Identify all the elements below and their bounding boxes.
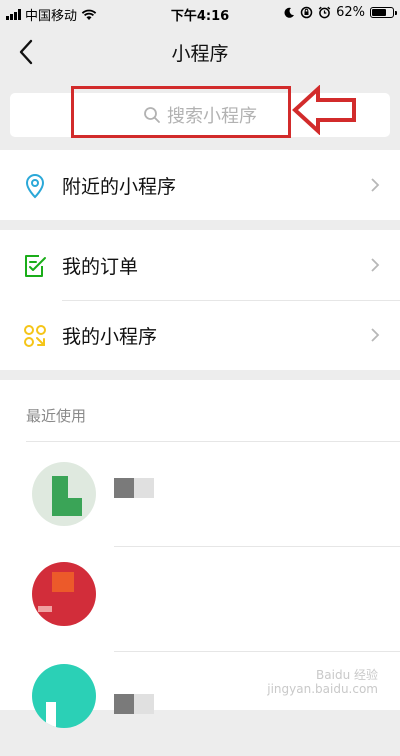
watermark-line1: Baidu 经验 (316, 668, 378, 682)
recent-section-label: 最近使用 (26, 407, 87, 425)
recent-item-name-redacted (114, 694, 154, 714)
menu-item-my-orders[interactable]: 我的订单 (0, 230, 400, 300)
recent-item-avatar (32, 562, 96, 626)
menu-item-label: 附近的小程序 (62, 175, 177, 198)
watermark: Baidu 经验 jingyan.baidu.com (267, 668, 378, 696)
chevron-right-icon (371, 178, 380, 192)
mini-program-icon (24, 325, 46, 347)
menu-group-nearby: 附近的小程序 (0, 150, 400, 220)
chevron-right-icon (371, 258, 380, 272)
recent-item[interactable] (0, 442, 400, 546)
status-bar: 中国移动 下午4:16 62% (0, 0, 400, 26)
menu-group-mine: 我的订单 我的小程序 (0, 230, 400, 370)
annotation-highlight-box (71, 86, 291, 138)
order-check-icon (25, 255, 46, 277)
menu-item-label: 我的订单 (62, 255, 139, 278)
battery-fill (372, 9, 386, 16)
watermark-line2: jingyan.baidu.com (267, 682, 378, 696)
moon-icon (284, 7, 295, 18)
alarm-icon (318, 6, 331, 19)
page-title: 小程序 (171, 43, 229, 65)
battery-icon (370, 7, 397, 18)
menu-item-my-mini-programs[interactable]: 我的小程序 (0, 300, 400, 370)
menu-item-label: 我的小程序 (62, 325, 158, 348)
nav-bar: 小程序 (0, 26, 400, 78)
recent-item-name-redacted (114, 478, 154, 498)
status-right: 62% (283, 5, 397, 20)
recent-item-avatar (32, 462, 96, 526)
battery-percent: 62% (336, 5, 365, 20)
recent-item-avatar (32, 664, 96, 728)
rotation-lock-icon (300, 6, 313, 19)
annotation-arrow-icon (292, 85, 356, 135)
menu-item-nearby-mini-programs[interactable]: 附近的小程序 (0, 150, 400, 220)
location-pin-icon (25, 173, 45, 199)
chevron-right-icon (371, 328, 380, 342)
recent-item[interactable] (0, 547, 400, 651)
